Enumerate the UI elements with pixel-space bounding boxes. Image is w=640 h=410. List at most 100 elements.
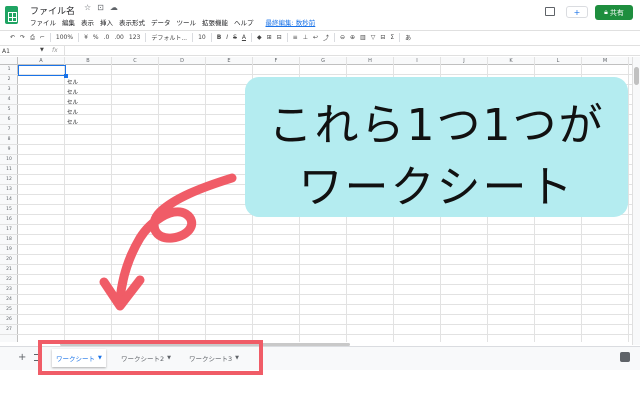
column-header-b[interactable]: B [65,57,112,65]
text-color-button[interactable]: A [242,34,246,41]
row-header-1[interactable]: 1 [0,65,18,75]
share-button[interactable]: 🔒︎ 共有 [595,5,633,20]
cloud-status-icon[interactable]: ☁ [110,3,118,12]
row-header-23[interactable]: 23 [0,285,18,295]
menu-extensions[interactable]: 拡張機能 [202,17,228,27]
paint-format-icon[interactable]: ⌐ [40,34,45,41]
text-rotate-icon[interactable]: ⤴ [323,33,329,42]
borders-icon[interactable]: ⊞ [267,34,272,41]
cell-b5[interactable]: セル [67,108,78,116]
column-header-j[interactable]: J [441,57,488,65]
column-header-i[interactable]: I [394,57,441,65]
row-header-21[interactable]: 21 [0,265,18,275]
column-header-l[interactable]: L [535,57,582,65]
add-sheet-button[interactable]: + [18,352,26,363]
name-box[interactable]: A1 [2,48,10,55]
menu-file[interactable]: ファイル [30,17,56,27]
currency-button[interactable]: ¥ [84,34,88,41]
row-header-16[interactable]: 16 [0,215,18,225]
row-header-12[interactable]: 12 [0,175,18,185]
row-header-17[interactable]: 17 [0,225,18,235]
menu-edit[interactable]: 編集 [62,17,75,27]
column-header-k[interactable]: K [488,57,535,65]
row-header-14[interactable]: 14 [0,195,18,205]
fill-color-icon[interactable]: ◆ [257,34,262,41]
filter-views-icon[interactable]: ⊟ [380,34,385,41]
print-icon[interactable]: ⎙ [30,34,35,42]
menu-view[interactable]: 表示 [81,17,94,27]
filter-icon[interactable]: ▽ [371,34,376,41]
text-wrap-icon[interactable]: ↩ [313,34,318,41]
row-header-4[interactable]: 4 [0,95,18,105]
cell-b4[interactable]: セル [67,98,78,106]
menu-tools[interactable]: ツール [177,17,197,27]
increase-decimal-button[interactable]: .00 [114,34,124,41]
menu-insert[interactable]: 挿入 [100,17,113,27]
row-header-9[interactable]: 9 [0,145,18,155]
cell-b3[interactable]: セル [67,88,78,96]
font-size-select[interactable]: 10 [198,34,206,41]
row-header-18[interactable]: 18 [0,235,18,245]
insert-link-icon[interactable]: ⊖ [340,34,345,41]
document-title[interactable]: ファイル名 [30,4,75,17]
last-edit-link[interactable]: 最終編集: 数秒前 [266,17,316,27]
percent-button[interactable]: % [93,34,99,41]
column-header-f[interactable]: F [253,57,300,65]
selected-cell-a1[interactable] [18,65,68,78]
merge-cells-icon[interactable]: ⊟ [277,34,282,41]
row-header-2[interactable]: 2 [0,75,18,85]
scrollbar-thumb[interactable] [634,67,639,85]
insert-comment-icon[interactable]: ⊕ [350,34,355,41]
column-header-m[interactable]: M [582,57,629,65]
row-header-26[interactable]: 26 [0,315,18,325]
menu-help[interactable]: ヘルプ [234,17,254,27]
meet-button[interactable]: + [566,6,588,18]
row-header-8[interactable]: 8 [0,135,18,145]
move-folder-icon[interactable]: ⊡ [97,3,104,12]
column-header-e[interactable]: E [206,57,253,65]
bold-button[interactable]: B [217,34,222,41]
vertical-align-icon[interactable]: ⊥ [303,34,308,41]
explore-icon[interactable] [620,352,630,362]
undo-icon[interactable]: ↶ [10,34,15,41]
star-icon[interactable]: ☆ [84,3,91,12]
column-header-g[interactable]: G [300,57,347,65]
horizontal-align-icon[interactable]: ≡ [293,34,298,41]
chevron-down-icon[interactable]: ▼ [40,47,44,53]
row-header-7[interactable]: 7 [0,125,18,135]
comment-history-icon[interactable] [545,7,555,16]
insert-chart-icon[interactable]: ▥ [360,34,366,41]
column-header-a[interactable]: A [18,57,65,65]
more-formats-button[interactable]: 123 [129,34,140,41]
italic-button[interactable]: I [226,34,228,41]
menu-data[interactable]: データ [151,17,171,27]
cell-b6[interactable]: セル [67,118,78,126]
row-header-20[interactable]: 20 [0,255,18,265]
row-header-22[interactable]: 22 [0,275,18,285]
select-all-corner[interactable] [0,57,18,65]
row-header-19[interactable]: 19 [0,245,18,255]
font-select[interactable]: デフォルト... [151,33,187,42]
row-header-13[interactable]: 13 [0,185,18,195]
column-header-d[interactable]: D [159,57,206,65]
row-header-15[interactable]: 15 [0,205,18,215]
row-header-5[interactable]: 5 [0,105,18,115]
redo-icon[interactable]: ↷ [20,34,25,41]
row-header-25[interactable]: 25 [0,305,18,315]
strikethrough-button[interactable]: S [233,34,237,41]
column-header-h[interactable]: H [347,57,394,65]
decrease-decimal-button[interactable]: .0 [104,34,110,41]
row-header-11[interactable]: 11 [0,165,18,175]
row-header-27[interactable]: 27 [0,325,18,335]
row-header-3[interactable]: 3 [0,85,18,95]
cell-b2[interactable]: セル [67,78,78,86]
row-header-6[interactable]: 6 [0,115,18,125]
menu-format[interactable]: 表示形式 [119,17,145,27]
row-header-10[interactable]: 10 [0,155,18,165]
sheets-logo-icon[interactable] [5,6,18,24]
zoom-select[interactable]: 100% [56,34,73,41]
row-header-24[interactable]: 24 [0,295,18,305]
formula-input[interactable] [64,46,624,56]
input-tools-button[interactable]: あ [405,33,411,42]
functions-icon[interactable]: Σ [390,34,394,41]
